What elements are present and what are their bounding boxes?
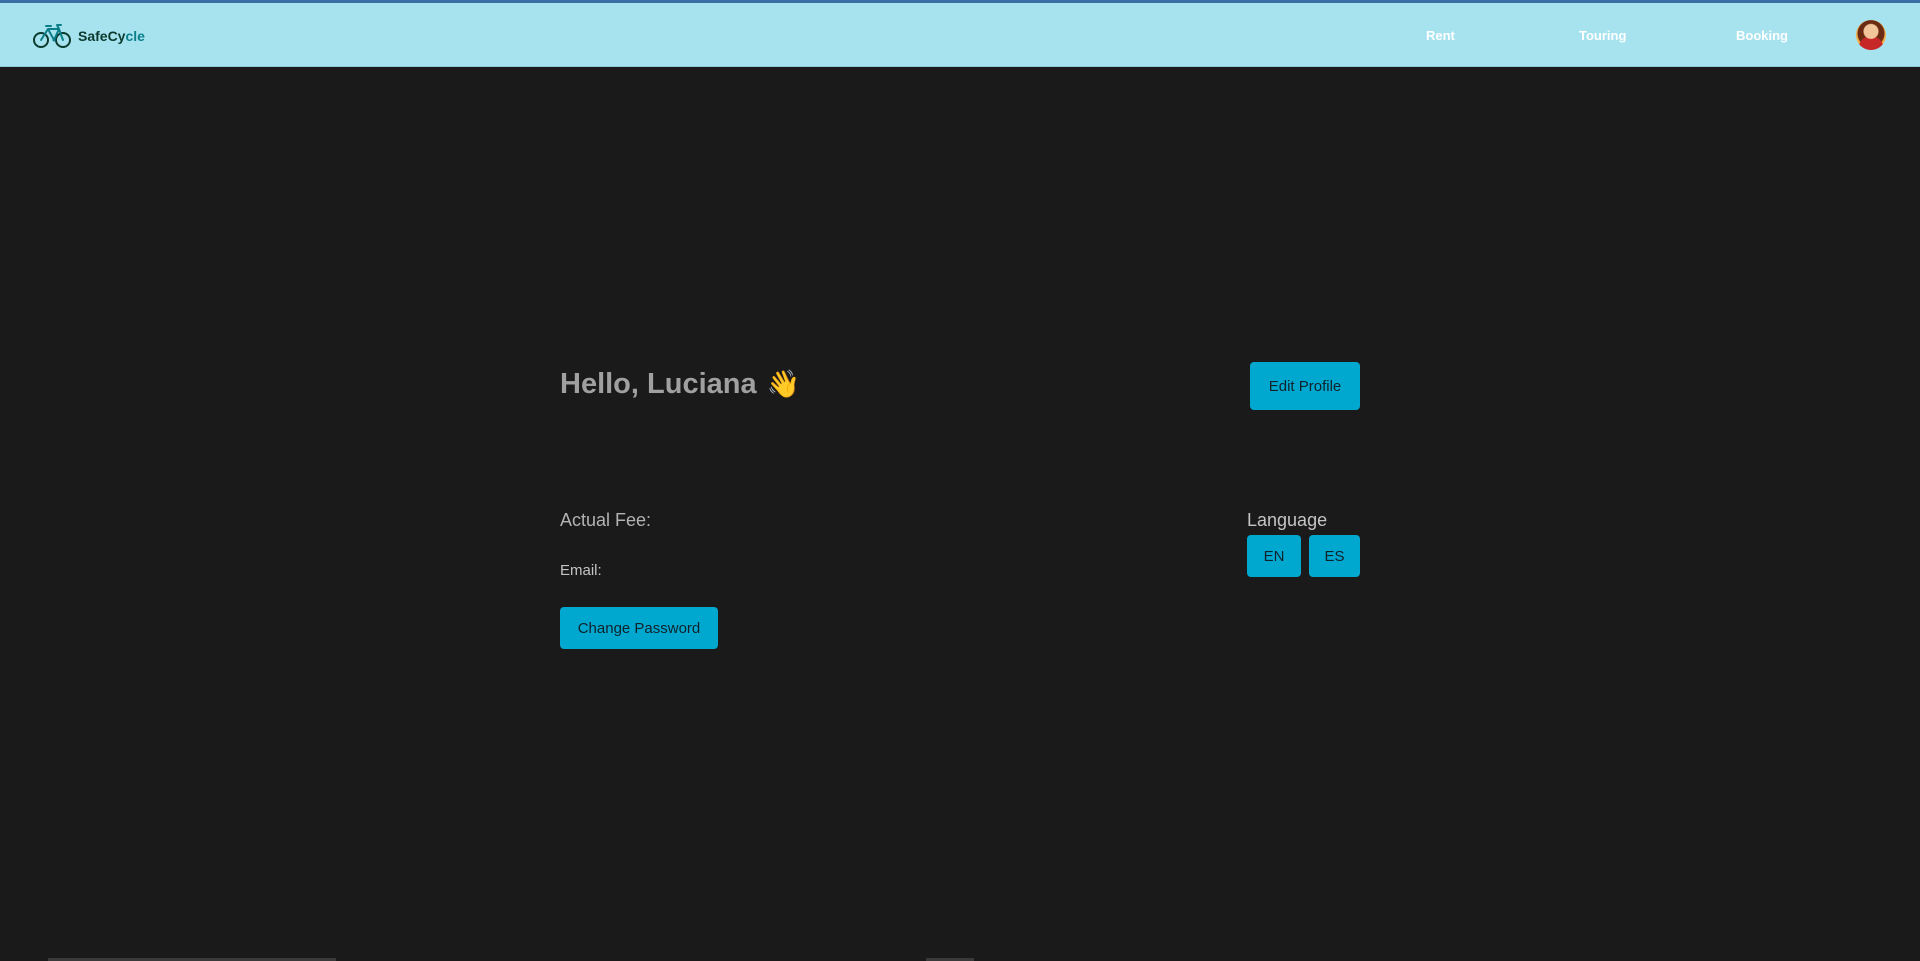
bicycle-icon (32, 23, 72, 49)
navbar: SafeCycle Rent Touring Booking (0, 3, 1920, 67)
email-label: Email: (560, 562, 602, 579)
greeting-text: Hello, Luciana (560, 368, 757, 400)
nav-link-rent[interactable]: Rent (1426, 28, 1455, 43)
nav-link-touring[interactable]: Touring (1579, 28, 1626, 43)
actual-fee-label: Actual Fee: (560, 510, 652, 530)
language-label: Language (1247, 510, 1328, 530)
brand-logo[interactable]: SafeCycle (32, 21, 145, 51)
change-password-button[interactable]: Change Password (560, 607, 718, 649)
language-en-button[interactable]: EN (1247, 535, 1301, 577)
edit-profile-button[interactable]: Edit Profile (1250, 362, 1360, 410)
waving-hand-icon: 👋 (766, 369, 801, 400)
nav-link-booking[interactable]: Booking (1736, 28, 1788, 43)
user-avatar[interactable] (1856, 20, 1886, 50)
language-es-button[interactable]: ES (1309, 535, 1360, 577)
brand-name: SafeCycle (78, 28, 145, 44)
page-title: Hello, Luciana 👋 (560, 368, 800, 401)
